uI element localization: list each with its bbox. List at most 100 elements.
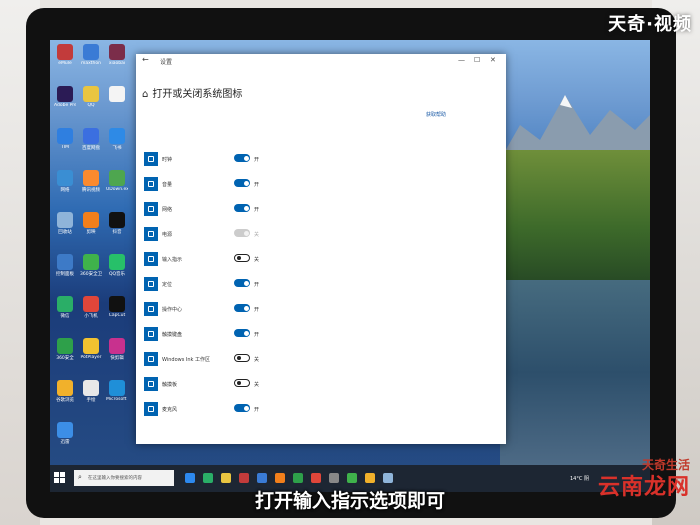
desktop-icon[interactable]: 手绘 [80, 380, 102, 403]
toggle-switch[interactable] [234, 204, 250, 212]
toggle-state-label: 开 [254, 157, 260, 163]
desktop-icon[interactable]: 360安全卫士 [80, 254, 102, 277]
taskbar-app-icon[interactable] [221, 473, 231, 483]
desktop-icon[interactable]: 控制面板 [54, 254, 76, 277]
close-button[interactable]: ✕ [490, 56, 496, 64]
desktop-icon[interactable]: PotPlayer [80, 338, 102, 360]
desktop-icon-label: 飞书 [112, 146, 122, 151]
desktop-icon-label: 360安全卫士 [80, 272, 102, 277]
app-icon [83, 380, 99, 396]
app-icon [83, 296, 99, 312]
system-icon-row: 触摸键盘 开 [144, 327, 324, 341]
desktop-icon[interactable]: UDown.exe [106, 170, 128, 192]
system-icon-row: 操作中心 开 [144, 302, 324, 316]
app-icon [57, 338, 73, 354]
toggle-state-label: 开 [254, 207, 260, 213]
taskbar-app-icon[interactable] [365, 473, 375, 483]
desktop-icon-label: 抖音 [112, 230, 122, 235]
brand-line-2: 云南龙网 [597, 474, 690, 500]
taskbar-app-icon[interactable] [257, 473, 267, 483]
system-icon-name: 定位 [162, 282, 173, 288]
brand-logo: 天奇生活 云南龙网 [598, 458, 690, 502]
taskbar-app-icon[interactable] [347, 473, 357, 483]
desktop-icon[interactable]: 网络 [54, 170, 76, 193]
app-icon [83, 170, 99, 186]
desktop-icon[interactable]: 谷歌浏览 [54, 380, 76, 403]
app-icon [57, 128, 73, 144]
desktop-icon-label: CapCut [108, 313, 126, 318]
taskbar-app-icon[interactable] [329, 473, 339, 483]
toggle-state-label: 开 [254, 307, 260, 313]
desktop-icon[interactable]: 抖音 [106, 212, 128, 235]
desktop-icon[interactable]: maxthon [80, 44, 102, 66]
desktop-icon-label: 网络 [60, 188, 70, 193]
maximize-button[interactable]: ☐ [474, 56, 480, 64]
system-icon-row: 音量 开 [144, 177, 324, 191]
desktop-icon[interactable]: 飞书 [106, 128, 128, 151]
desktop-icon[interactable]: eMule [54, 44, 76, 66]
app-icon [83, 254, 99, 270]
toggle-state-label: 关 [254, 257, 260, 263]
desktop-icon[interactable]: xiaobai [106, 44, 128, 66]
toggle-switch[interactable] [234, 254, 250, 262]
desktop-icon[interactable]: Microsoft Edge [106, 380, 128, 402]
system-icon-name: 电源 [162, 232, 173, 238]
back-arrow-icon[interactable]: ← [142, 55, 149, 64]
desktop-icon[interactable]: 小飞机 [80, 296, 102, 319]
app-icon [109, 254, 125, 270]
toggle-switch[interactable] [234, 379, 250, 387]
desktop-icon[interactable]: 迅雷 [54, 422, 76, 445]
app-icon [57, 380, 73, 396]
taskbar-app-icon[interactable] [293, 473, 303, 483]
home-icon[interactable]: ⌂ [142, 89, 148, 100]
desktop-icon[interactable]: Adobe Premie... [54, 86, 76, 108]
system-icon-name: Windows Ink 工作区 [162, 357, 211, 363]
app-icon [57, 170, 73, 186]
minimize-button[interactable]: — [458, 56, 465, 64]
tray-weather[interactable]: 14°C 阴 [570, 475, 589, 482]
taskbar-search-box[interactable]: ⌕ 在这里输入你要搜索的内容 [74, 470, 174, 486]
toggle-switch[interactable] [234, 279, 250, 287]
desktop-icon[interactable]: TIM [54, 128, 76, 150]
toggle-switch[interactable] [234, 304, 250, 312]
app-icon [83, 128, 99, 144]
desktop-icon[interactable]: QQ音乐 [106, 254, 128, 277]
desktop-icon-label: 小飞机 [84, 314, 98, 319]
windows-start-icon[interactable] [54, 472, 66, 484]
desktop-icon[interactable]: 微信 [54, 296, 76, 319]
desktop-icon[interactable]: 百度网盘 [80, 128, 102, 151]
desktop-icon[interactable] [106, 86, 128, 103]
app-icon [109, 296, 125, 312]
system-icon-row: 触摸板 关 [144, 377, 324, 391]
toggle-switch[interactable] [234, 404, 250, 412]
desktop-icon-label: PotPlayer [80, 355, 102, 360]
desktop-icon[interactable]: 剪映 [80, 212, 102, 235]
taskbar-app-icon[interactable] [311, 473, 321, 483]
app-icon [83, 44, 99, 60]
toggle-switch[interactable] [234, 354, 250, 362]
window-title: 设置 [160, 59, 173, 66]
desktop-icon[interactable]: 快剪辑 [106, 338, 128, 361]
app-icon [109, 380, 125, 396]
system-icon-row: 电源 关 [144, 227, 324, 241]
desktop-icon[interactable]: 腾讯视频 [80, 170, 102, 193]
help-link[interactable]: 获取帮助 [426, 111, 446, 118]
toggle-state-label: 关 [254, 232, 260, 238]
desktop-icon-label: 谷歌浏览 [56, 398, 74, 403]
taskbar-app-icon[interactable] [275, 473, 285, 483]
taskbar-app-icon[interactable] [203, 473, 213, 483]
toggle-switch[interactable] [234, 154, 250, 162]
taskbar-app-icon[interactable] [383, 473, 393, 483]
desktop-icon[interactable]: 回收站 [54, 212, 76, 235]
toggle-switch[interactable] [234, 179, 250, 187]
desktop-icon-label: 回收站 [58, 230, 72, 235]
desktop-icon[interactable]: CapCut [106, 296, 128, 318]
toggle-switch[interactable] [234, 329, 250, 337]
settings-window: ← 设置 — ☐ ✕ ⌂ 打开或关闭系统图标 获取帮助 时钟开音量开网络开电源关输… [136, 54, 506, 444]
taskbar-app-icon[interactable] [185, 473, 195, 483]
app-icon [57, 422, 73, 438]
desktop-icon[interactable]: QQ [80, 86, 102, 108]
desktop-icon[interactable]: 360安全 [54, 338, 76, 361]
system-icon-name: 触摸键盘 [162, 332, 183, 338]
taskbar-app-icon[interactable] [239, 473, 249, 483]
